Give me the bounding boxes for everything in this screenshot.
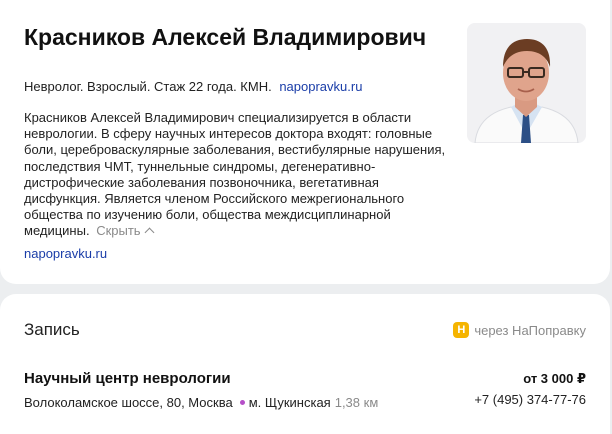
metro-line-icon (239, 400, 245, 405)
doctor-meta-text: Невролог. Взрослый. Стаж 22 года. КМН. (24, 79, 272, 94)
metro-station: м. Щукинская (248, 395, 331, 410)
clinic-name[interactable]: Научный центр неврологии (24, 370, 231, 387)
consultation-price: от 3 000 ₽ (523, 371, 586, 386)
doctor-card: Красников Алексей Владимирович Невролог.… (0, 0, 610, 284)
booking-title: Запись (24, 320, 80, 339)
chevron-up-icon (144, 227, 155, 238)
doctor-photo[interactable] (467, 23, 586, 143)
collapse-label: Скрыть (96, 223, 141, 239)
doctor-description: Красников Алексей Владимирович специализ… (24, 110, 456, 240)
distance: 1,38 км (334, 395, 379, 410)
doctor-description-text: Красников Алексей Владимирович специализ… (24, 110, 446, 239)
doctor-meta: Невролог. Взрослый. Стаж 22 года. КМН. n… (24, 79, 362, 94)
clinic-phone[interactable]: +7 (495) 374-77-76 (474, 392, 586, 407)
doctor-name: Красников Алексей Владимирович (24, 24, 427, 50)
booking-provider[interactable]: Н через НаПоправку (453, 322, 586, 338)
provider-label: через НаПоправку (474, 322, 586, 338)
address-text: Волоколамское шоссе, 80, Москва (24, 395, 233, 410)
collapse-description-button[interactable]: Скрыть (96, 223, 155, 239)
doctor-meta-link[interactable]: napopravku.ru (279, 79, 362, 94)
clinic-address: Волоколамское шоссе, 80, Москва м. Щукинс… (24, 395, 378, 410)
napopravku-logo-icon: Н (453, 322, 470, 338)
source-link[interactable]: napopravku.ru (24, 246, 107, 261)
booking-card (0, 294, 610, 434)
